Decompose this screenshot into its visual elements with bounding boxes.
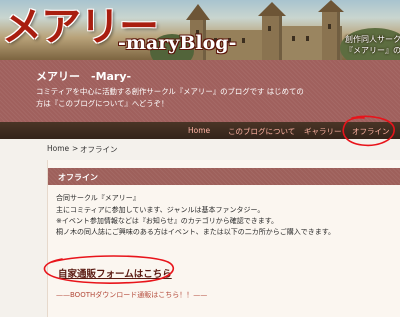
site-description: コミティアを中心に活動する創作サークル『メアリー』のブログです はじめての方は『… <box>36 87 304 108</box>
breadcrumb-separator: > <box>72 144 79 153</box>
booth-download-link[interactable]: ——BOOTHダウンロード通販はこちら！！—— <box>56 290 207 300</box>
site-header-band: メアリー -Mary- コミティアを中心に活動する創作サークル『メアリー』のブロ… <box>0 60 400 122</box>
castle-roof <box>258 2 286 16</box>
window <box>242 38 245 43</box>
window <box>306 36 309 41</box>
nav-item-offline[interactable]: オフライン <box>352 126 390 137</box>
main-nav: Home このブログについて ギャラリー オフライン <box>0 122 400 139</box>
castle-tower <box>262 16 282 60</box>
mail-order-form-link[interactable]: 自家通販フォームはこちら <box>58 266 172 280</box>
window <box>292 36 295 41</box>
paragraph-line: 主にコミティアに参加しています、ジャンルは基本ファンタジー。 <box>56 206 265 214</box>
paragraph-line: 桐ノ木の同人誌にご興味のある方はイベント、または以下の二カ所からご購入できます。 <box>56 228 336 236</box>
castle-tower <box>322 12 340 60</box>
castle-roof <box>186 4 210 20</box>
breadcrumb-home[interactable]: Home <box>47 144 69 153</box>
castle-roof <box>318 0 344 12</box>
breadcrumb-current: オフライン <box>80 145 118 154</box>
paragraph-line: ※イベント参加情報などは『お知らせ』のカテゴリから確認できます。 <box>56 217 279 225</box>
section-heading-bar: オフライン <box>48 168 400 185</box>
site-sub-logo: -maryBlog- <box>118 32 237 54</box>
window <box>328 24 331 29</box>
nav-item-home[interactable]: Home <box>188 126 210 135</box>
nav-item-gallery[interactable]: ギャラリー <box>304 126 342 137</box>
banner-caption-line2: 『メアリー』の活動 <box>345 46 400 55</box>
header-banner: メアリー -maryBlog- 創作同人サークル 『メアリー』の活動 <box>0 0 400 60</box>
main-content: オフライン 合同サークル『メアリー』 主にコミティアに参加しています、ジャンルは… <box>47 160 400 317</box>
section-heading: オフライン <box>58 173 98 182</box>
banner-caption-line1: 創作同人サークル <box>345 35 400 44</box>
site-title[interactable]: メアリー -Mary- <box>36 68 131 84</box>
window <box>268 26 271 31</box>
paragraph-line: 合同サークル『メアリー』 <box>56 194 140 202</box>
nav-item-about[interactable]: このブログについて <box>228 126 295 137</box>
